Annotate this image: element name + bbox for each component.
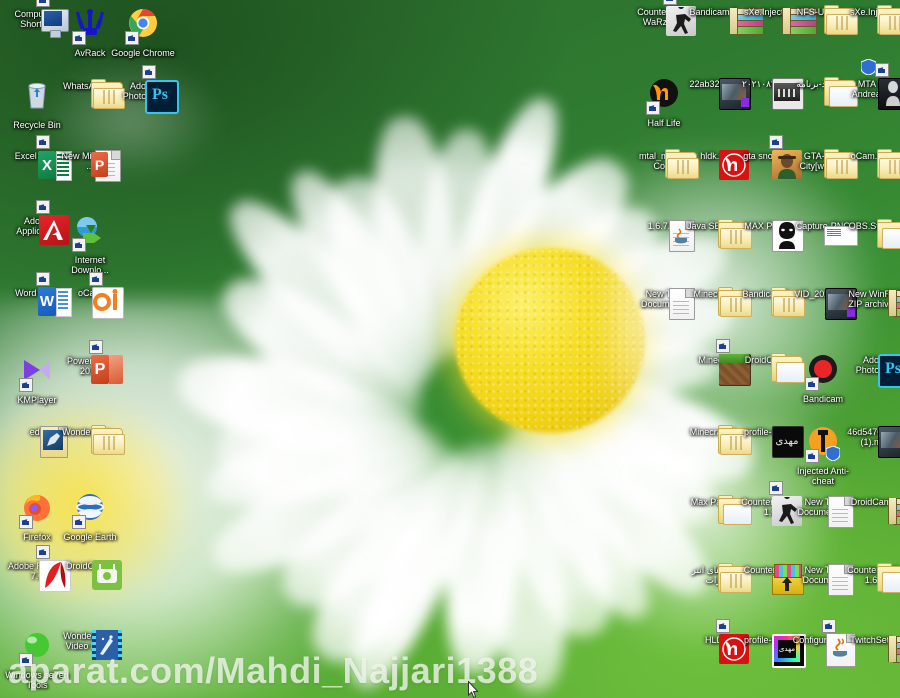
- desktop-icon[interactable]: MTA San Andreas 1.5: [843, 59, 900, 110]
- desktop-icon[interactable]: Google Earth: [57, 490, 123, 542]
- windows-tools-icon: [19, 633, 54, 667]
- shortcut-arrow-icon: [663, 0, 677, 5]
- shortcut-arrow-icon: [89, 340, 103, 354]
- desktop-icon[interactable]: Ps Adobe Photosh...: [110, 65, 179, 114]
- desktop-icon-label: Windows se7en Tools: [5, 670, 69, 690]
- desktop-icon[interactable]: OBS.Studio...: [843, 218, 900, 249]
- sxe-injected-icon: [805, 427, 840, 463]
- shortcut-arrow-icon: [125, 31, 139, 45]
- desktop-icon[interactable]: Google Chrome: [110, 6, 176, 58]
- desktop-icon[interactable]: oCam.Pro....: [843, 148, 900, 179]
- shortcut-arrow-icon: [769, 481, 783, 495]
- shortcut-arrow-icon: [805, 377, 819, 391]
- desktop-icon[interactable]: Ps Adobe Photosh...: [843, 352, 900, 388]
- desktop-icon[interactable]: Internet Downlo...: [57, 213, 123, 275]
- desktop-icon[interactable]: Counter Strike 1.6 ...: [843, 562, 900, 593]
- desktop-icon[interactable]: TwitchSetu...: [843, 632, 900, 663]
- desktop-icon[interactable]: oCam: [57, 272, 124, 319]
- desktop-icon-label: Google Chrome: [111, 48, 175, 58]
- desktop-icon[interactable]: 46d5470967... (1).mp4: [843, 424, 900, 458]
- kmplayer-icon: [19, 360, 54, 392]
- firefox-icon: [19, 495, 54, 529]
- shortcut-arrow-icon: [875, 63, 889, 77]
- desktop-icon-label: Bandicam: [802, 394, 844, 404]
- shortcut-arrow-icon: [646, 101, 660, 115]
- shortcut-arrow-icon: [716, 339, 730, 353]
- desktop-icon-label: Recycle Bin: [13, 120, 61, 130]
- shortcut-arrow-icon: [19, 515, 33, 529]
- shortcut-arrow-icon: [805, 449, 819, 463]
- shortcut-arrow-icon: [822, 619, 836, 633]
- desktop-icon[interactable]: DroidCam....: [843, 494, 900, 525]
- desktop-icon[interactable]: P PowerPoint 2016: [57, 340, 123, 384]
- desktop-icon-label: Injected Anti-cheat: [796, 466, 850, 486]
- desktop-icon[interactable]: Wondershare Video Editor: [57, 628, 123, 660]
- shortcut-arrow-icon: [19, 653, 33, 667]
- shortcut-arrow-icon: [72, 515, 86, 529]
- desktop-icon[interactable]: sXe.Injecte...: [843, 4, 900, 35]
- shortcut-arrow-icon: [36, 135, 50, 149]
- bandicam-icon: [805, 355, 840, 391]
- half-life-icon: [646, 79, 681, 115]
- desktop-icon-label: Half Life: [647, 118, 681, 128]
- chrome-icon: [125, 9, 160, 45]
- shortcut-arrow-icon: [769, 135, 783, 149]
- shortcut-arrow-icon: [89, 272, 103, 286]
- recycle-bin-icon: [20, 82, 54, 116]
- desktop[interactable]: Computer - Shortcut AvRack Google Chrome Re…: [0, 0, 900, 698]
- desktop-icon[interactable]: New WinRAR ZIP archive....: [843, 286, 900, 317]
- shortcut-arrow-icon: [36, 545, 50, 559]
- idm-icon: [72, 217, 107, 252]
- shortcut-arrow-icon: [716, 619, 730, 633]
- shortcut-arrow-icon: [72, 31, 86, 45]
- desktop-icon[interactable]: P New Microsoft ...: [57, 148, 123, 182]
- shortcut-arrow-icon: [142, 65, 156, 79]
- avrack-icon: [72, 9, 107, 45]
- shortcut-arrow-icon: [36, 200, 50, 214]
- shortcut-arrow-icon: [36, 272, 50, 286]
- google-earth-icon: [72, 494, 107, 529]
- desktop-icon-label: KMPlayer: [17, 395, 57, 405]
- desktop-icon-label: Google Earth: [63, 532, 117, 542]
- shortcut-arrow-icon: [36, 0, 50, 7]
- desktop-icon[interactable]: Wondershar...: [57, 424, 125, 455]
- desktop-icon[interactable]: DroidCam...: [57, 558, 123, 590]
- shortcut-arrow-icon: [72, 238, 86, 252]
- shortcut-arrow-icon: [19, 378, 33, 392]
